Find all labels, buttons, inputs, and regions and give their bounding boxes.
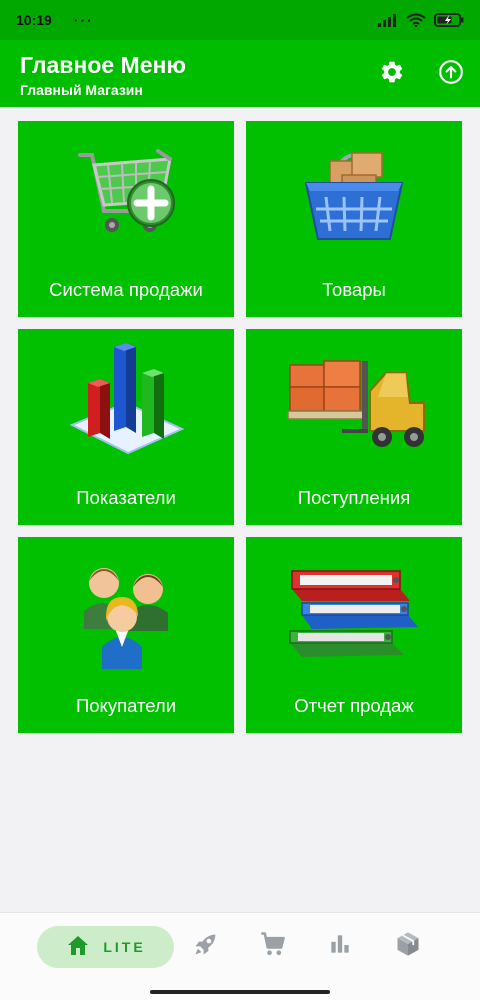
settings-icon [379, 59, 405, 90]
settings-button[interactable] [376, 58, 408, 90]
shopping-cart-add-icon [18, 135, 234, 255]
nav-item-home-lite[interactable]: LITE [37, 926, 174, 968]
status-bar: 10:19 ··· [0, 0, 480, 40]
tile-label: Система продажи [49, 279, 203, 300]
cart-icon [259, 930, 287, 963]
home-indicator[interactable] [150, 990, 330, 994]
box-icon [394, 930, 422, 963]
menu-tile-customers[interactable]: Покупатели [18, 537, 234, 733]
status-time: 10:19 [16, 12, 52, 28]
bar-chart-3d-icon [18, 343, 234, 463]
nav-item-rocket[interactable] [190, 930, 222, 962]
nav-lite-label: LITE [103, 939, 146, 955]
home-icon [65, 933, 91, 962]
menu-tile-sales-system[interactable]: Система продажи [18, 121, 234, 317]
app-bar: Главное Меню Главный Магазин [0, 40, 480, 107]
bottom-navigation: LITE [0, 912, 480, 1000]
tile-label: Товары [322, 279, 386, 300]
menu-tile-products[interactable]: Товары [246, 121, 462, 317]
nav-item-products[interactable] [392, 930, 424, 962]
status-icons [378, 13, 464, 27]
basket-boxes-icon [246, 135, 462, 255]
upload-button[interactable] [435, 58, 467, 90]
nav-item-cart[interactable] [257, 930, 289, 962]
forklift-icon [246, 343, 462, 463]
store-subtitle: Главный Магазин [20, 82, 143, 98]
menu-tile-indicators[interactable]: Показатели [18, 329, 234, 525]
upload-icon [438, 59, 464, 90]
tile-label: Показатели [76, 487, 176, 508]
binders-stack-icon [246, 551, 462, 671]
rocket-icon [192, 930, 220, 963]
wifi-icon [406, 13, 426, 27]
signal-icon [378, 13, 398, 27]
menu-tile-receipts[interactable]: Поступления [246, 329, 462, 525]
tile-label: Покупатели [75, 695, 177, 716]
bar-chart-icon [327, 931, 353, 962]
main-menu-grid: Система продажи Товары Показатели Поступ… [18, 121, 462, 733]
tile-label: Отчет продаж [294, 695, 414, 716]
menu-tile-sales-report[interactable]: Отчет продаж [246, 537, 462, 733]
customers-group-icon [18, 551, 234, 671]
nav-item-stats[interactable] [324, 930, 356, 962]
tile-label: Поступления [297, 487, 411, 508]
battery-charging-icon [434, 13, 464, 27]
status-dots: ··· [73, 12, 94, 28]
page-title: Главное Меню [20, 52, 187, 78]
